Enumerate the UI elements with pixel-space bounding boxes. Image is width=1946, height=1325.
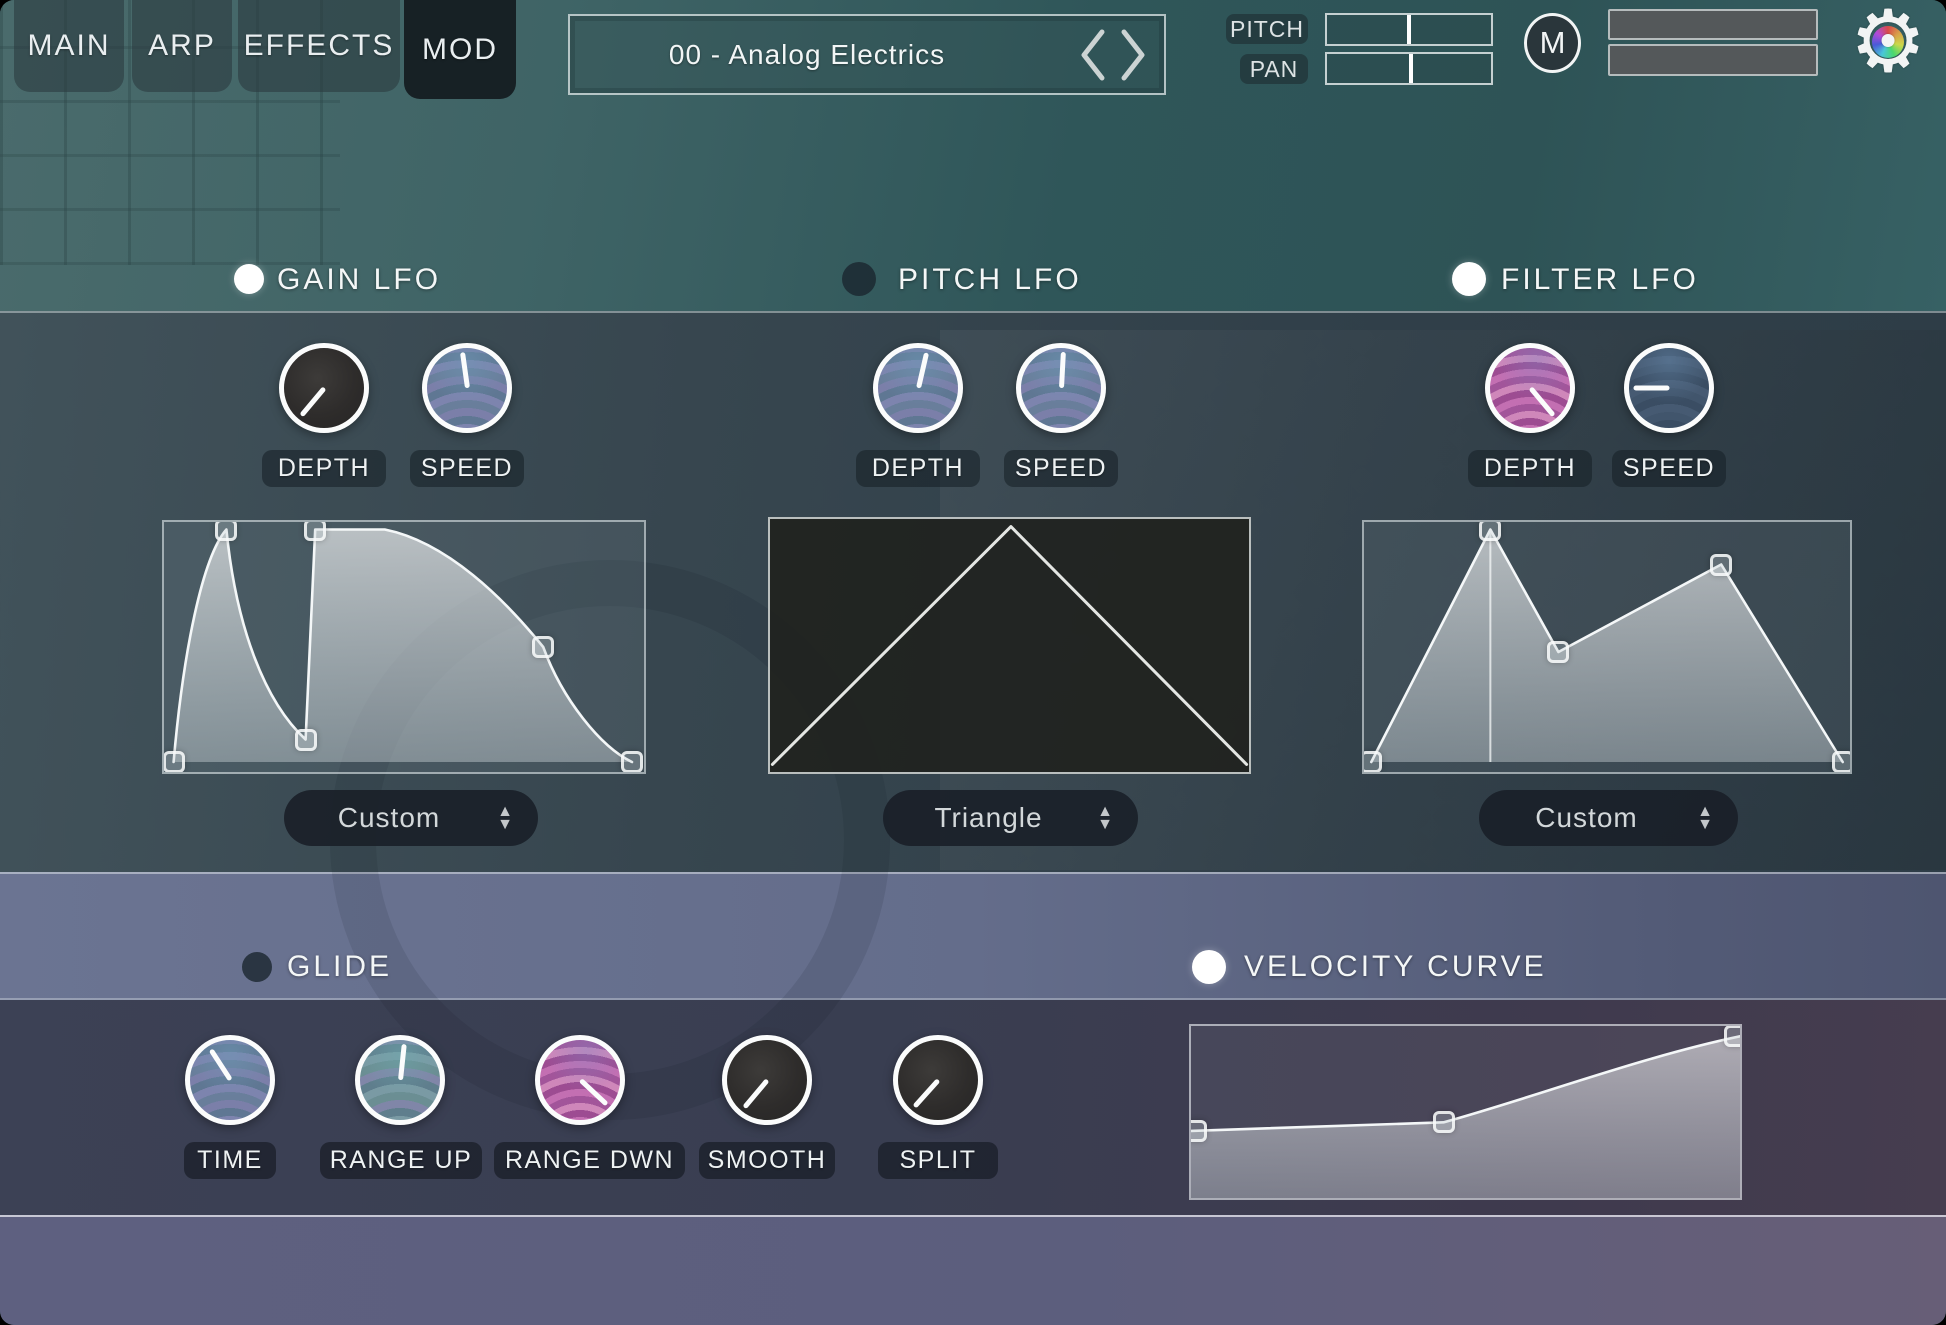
- meter-bar-top[interactable]: [1608, 9, 1818, 40]
- knob-pointer: [1059, 352, 1066, 388]
- curve-handle[interactable]: [1362, 751, 1382, 773]
- gain-lfo-waveform-display[interactable]: [162, 520, 646, 774]
- curve-handle[interactable]: [621, 751, 643, 773]
- gain-speed-knob[interactable]: [422, 343, 512, 433]
- pitch-waveform-dropdown[interactable]: Triangle ▲▼: [883, 790, 1138, 846]
- filter-lfo-waveform-display[interactable]: [1362, 520, 1852, 774]
- knob-pointer: [460, 352, 470, 388]
- curve-handle[interactable]: [163, 751, 185, 773]
- pan-slider[interactable]: [1325, 52, 1493, 85]
- gain-depth-label: DEPTH: [262, 450, 386, 487]
- velocity-curve-toggle[interactable]: [1192, 950, 1226, 984]
- knob-pointer: [742, 1078, 769, 1109]
- pitch-depth-label: DEPTH: [856, 450, 980, 487]
- pitch-speed-knob[interactable]: [1016, 343, 1106, 433]
- knob-pointer: [912, 1078, 940, 1108]
- preset-selector[interactable]: 00 - Analog Electrics: [568, 14, 1166, 95]
- tab-mod[interactable]: MOD: [404, 0, 516, 99]
- curve-handle[interactable]: [1832, 751, 1852, 773]
- pitch-lfo-waveform-display[interactable]: [768, 517, 1251, 774]
- stepper-icon[interactable]: ▲▼: [1697, 805, 1714, 831]
- background-bottom-band: [0, 1215, 1946, 1325]
- pitch-label: PITCH: [1226, 14, 1308, 44]
- knob-pointer: [916, 352, 929, 388]
- filter-speed-knob[interactable]: [1624, 343, 1714, 433]
- plugin-window: MAIN ARP EFFECTS MOD 00 - Analog Electri…: [0, 0, 1946, 1325]
- glide-title: GLIDE: [287, 950, 392, 984]
- meter-bar-bottom[interactable]: [1608, 44, 1818, 76]
- velocity-curve-title: VELOCITY CURVE: [1244, 950, 1547, 984]
- glide-toggle[interactable]: [242, 952, 272, 982]
- knob-pointer: [398, 1044, 407, 1080]
- glide-range-up-label: RANGE UP: [320, 1142, 482, 1179]
- curve-handle[interactable]: [304, 520, 326, 541]
- knob-pointer: [1633, 386, 1669, 391]
- stepper-icon[interactable]: ▲▼: [1097, 805, 1114, 831]
- pitch-slider[interactable]: [1325, 13, 1493, 46]
- knob-pointer: [1528, 386, 1555, 417]
- curve-handle[interactable]: [1547, 641, 1569, 663]
- filter-depth-label: DEPTH: [1468, 450, 1592, 487]
- settings-button[interactable]: ⚙: [1852, 6, 1924, 78]
- curve-handle[interactable]: [1710, 554, 1732, 576]
- tab-main[interactable]: MAIN: [14, 0, 124, 92]
- knob-pointer: [299, 386, 326, 417]
- glide-split-label: SPLIT: [878, 1142, 998, 1179]
- filter-waveform-value: Custom: [1535, 802, 1637, 834]
- glide-smooth-knob[interactable]: [722, 1035, 812, 1125]
- filter-speed-label: SPEED: [1612, 450, 1726, 487]
- tab-arp[interactable]: ARP: [132, 0, 232, 92]
- gain-depth-knob[interactable]: [279, 343, 369, 433]
- pitch-slider-thumb[interactable]: [1407, 15, 1411, 44]
- filter-depth-knob[interactable]: [1485, 343, 1575, 433]
- curve-handle[interactable]: [1189, 1120, 1207, 1142]
- curve-handle[interactable]: [1433, 1111, 1455, 1133]
- curve-handle[interactable]: [1479, 520, 1501, 541]
- glide-time-knob[interactable]: [185, 1035, 275, 1125]
- pitch-speed-label: SPEED: [1004, 450, 1118, 487]
- glide-smooth-label: SMOOTH: [699, 1142, 835, 1179]
- velocity-curve-display[interactable]: [1189, 1024, 1742, 1200]
- curve-handle[interactable]: [1724, 1025, 1743, 1047]
- midi-button[interactable]: M: [1524, 13, 1581, 73]
- glide-time-label: TIME: [184, 1142, 276, 1179]
- curve-handle[interactable]: [532, 636, 554, 658]
- pitch-lfo-toggle[interactable]: [842, 262, 876, 296]
- waveform-line: [772, 527, 1246, 765]
- tab-effects[interactable]: EFFECTS: [238, 0, 400, 92]
- preset-name: 00 - Analog Electrics: [570, 39, 1164, 71]
- filter-lfo-title: FILTER LFO: [1501, 263, 1699, 297]
- filter-waveform-dropdown[interactable]: Custom ▲▼: [1479, 790, 1738, 846]
- filter-lfo-toggle[interactable]: [1452, 262, 1486, 296]
- knob-pointer: [208, 1048, 232, 1081]
- stepper-icon[interactable]: ▲▼: [497, 805, 514, 831]
- gain-waveform-dropdown[interactable]: Custom ▲▼: [284, 790, 538, 846]
- pitch-waveform-value: Triangle: [934, 802, 1042, 834]
- gain-waveform-value: Custom: [338, 802, 440, 834]
- preset-prev-icon[interactable]: [1078, 26, 1108, 84]
- pan-slider-thumb[interactable]: [1409, 54, 1413, 83]
- curve-handle[interactable]: [215, 520, 237, 541]
- pan-label: PAN: [1240, 54, 1308, 84]
- waveform-fill: [174, 530, 632, 763]
- gain-lfo-title: GAIN LFO: [277, 263, 441, 297]
- gear-icon: ⚙: [1849, 6, 1926, 78]
- glide-split-knob[interactable]: [893, 1035, 983, 1125]
- glide-range-up-knob[interactable]: [355, 1035, 445, 1125]
- gain-lfo-toggle[interactable]: [234, 264, 264, 294]
- knob-pointer: [578, 1078, 608, 1106]
- gain-speed-label: SPEED: [410, 450, 524, 487]
- glide-range-down-label: RANGE DWN: [494, 1142, 685, 1179]
- glide-range-down-knob[interactable]: [535, 1035, 625, 1125]
- curve-handle[interactable]: [295, 729, 317, 751]
- preset-next-icon[interactable]: [1118, 26, 1148, 84]
- pitch-depth-knob[interactable]: [873, 343, 963, 433]
- pitch-lfo-title: PITCH LFO: [898, 263, 1082, 297]
